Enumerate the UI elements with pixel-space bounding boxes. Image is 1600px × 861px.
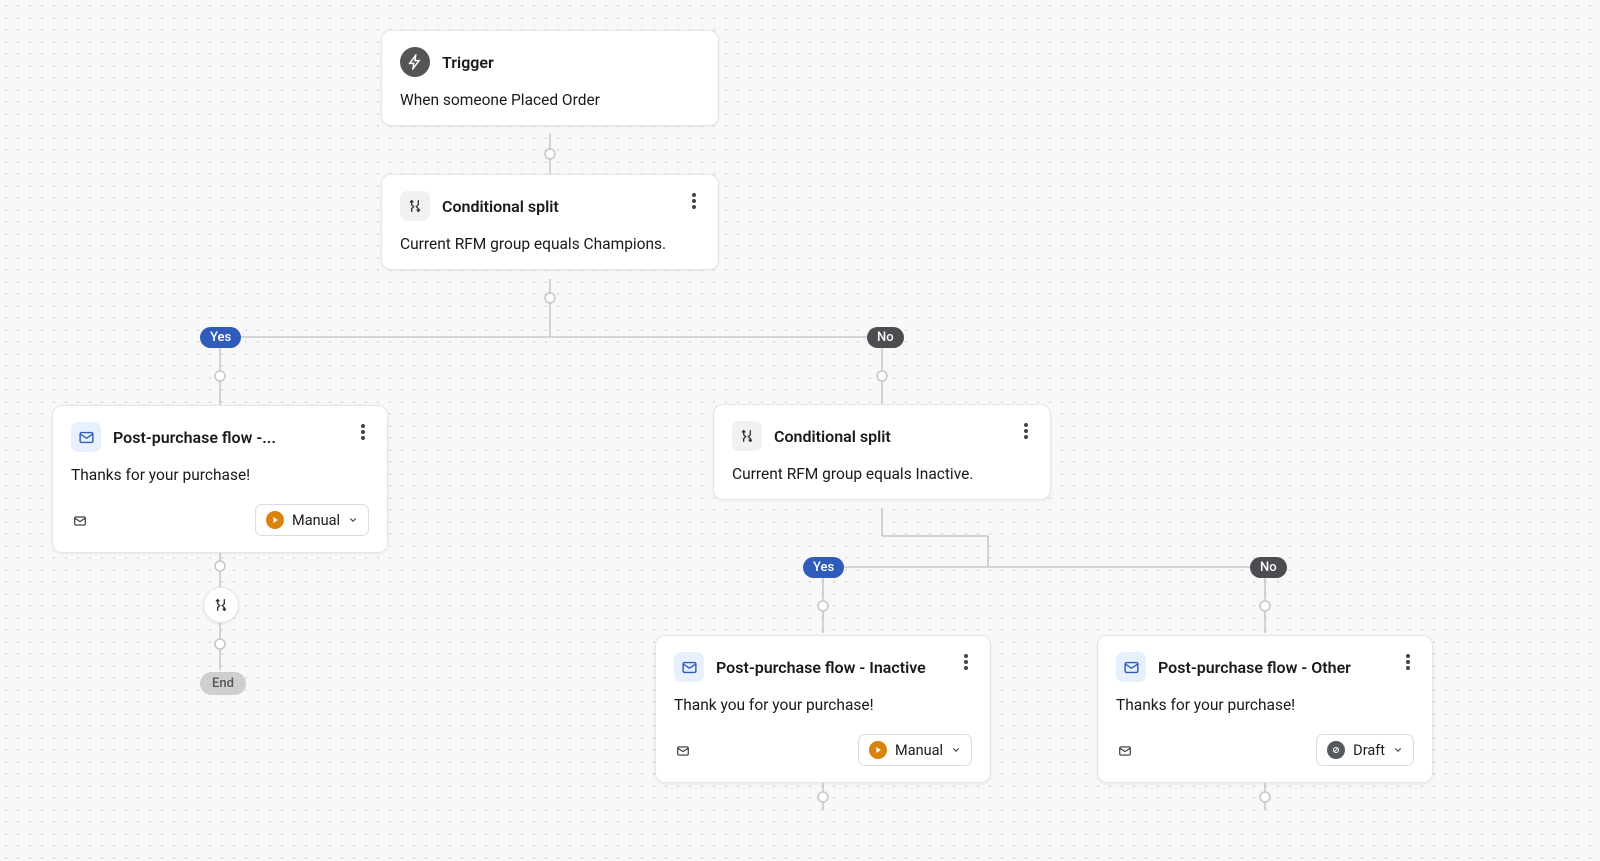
- node-menu-button[interactable]: [1014, 419, 1038, 443]
- email-title: Post-purchase flow -...: [113, 428, 276, 447]
- split-title: Conditional split: [442, 197, 559, 216]
- email-body: Thank you for your purchase!: [674, 696, 972, 714]
- email-node-champions[interactable]: Post-purchase flow -... Thanks for your …: [52, 405, 388, 553]
- split-icon: [732, 421, 762, 451]
- status-draft-icon: [1327, 741, 1345, 759]
- chevron-down-icon: [1393, 742, 1403, 759]
- kebab-icon: [361, 430, 365, 434]
- yes-pill: Yes: [200, 327, 241, 348]
- send-status-icon: [1116, 743, 1134, 757]
- status-dropdown[interactable]: Draft: [1316, 734, 1414, 766]
- end-pill: End: [200, 672, 246, 695]
- email-body: Thanks for your purchase!: [1116, 696, 1414, 714]
- node-menu-button[interactable]: [351, 420, 375, 444]
- chevron-down-icon: [348, 512, 358, 529]
- trigger-title: Trigger: [442, 53, 494, 72]
- status-manual-icon: [869, 741, 887, 759]
- node-menu-button[interactable]: [954, 650, 978, 674]
- kebab-icon: [692, 199, 696, 203]
- send-status-icon: [674, 743, 692, 757]
- status-manual-icon: [266, 511, 284, 529]
- status-label: Manual: [292, 512, 340, 529]
- split-icon: [400, 191, 430, 221]
- trigger-description: When someone Placed Order: [400, 91, 700, 109]
- chevron-down-icon: [951, 742, 961, 759]
- status-label: Draft: [1353, 742, 1385, 759]
- kebab-icon: [1024, 429, 1028, 433]
- status-label: Manual: [895, 742, 943, 759]
- node-menu-button[interactable]: [1396, 650, 1420, 674]
- flow-canvas[interactable]: Trigger When someone Placed Order Condit…: [0, 0, 1600, 861]
- status-dropdown[interactable]: Manual: [858, 734, 972, 766]
- trigger-icon: [400, 47, 430, 77]
- kebab-icon: [1406, 660, 1410, 664]
- email-body: Thanks for your purchase!: [71, 466, 369, 484]
- yes-pill: Yes: [803, 557, 844, 578]
- mail-icon: [71, 422, 101, 452]
- split-node-2[interactable]: Conditional split Current RFM group equa…: [713, 404, 1051, 500]
- no-pill: No: [867, 327, 904, 348]
- no-pill: No: [1250, 557, 1287, 578]
- trigger-node[interactable]: Trigger When someone Placed Order: [381, 30, 719, 126]
- split-node-1[interactable]: Conditional split Current RFM group equa…: [381, 174, 719, 270]
- email-node-other[interactable]: Post-purchase flow - Other Thanks for yo…: [1097, 635, 1433, 783]
- email-title: Post-purchase flow - Other: [1158, 658, 1351, 677]
- split-title: Conditional split: [774, 427, 891, 446]
- split-description: Current RFM group equals Champions.: [400, 235, 700, 253]
- node-menu-button[interactable]: [682, 189, 706, 213]
- email-title: Post-purchase flow - Inactive: [716, 658, 926, 677]
- split-junction-circle[interactable]: [203, 587, 239, 623]
- mail-icon: [674, 652, 704, 682]
- split-description: Current RFM group equals Inactive.: [732, 465, 1032, 483]
- kebab-icon: [964, 660, 968, 664]
- email-node-inactive[interactable]: Post-purchase flow - Inactive Thank you …: [655, 635, 991, 783]
- mail-icon: [1116, 652, 1146, 682]
- status-dropdown[interactable]: Manual: [255, 504, 369, 536]
- send-status-icon: [71, 513, 89, 527]
